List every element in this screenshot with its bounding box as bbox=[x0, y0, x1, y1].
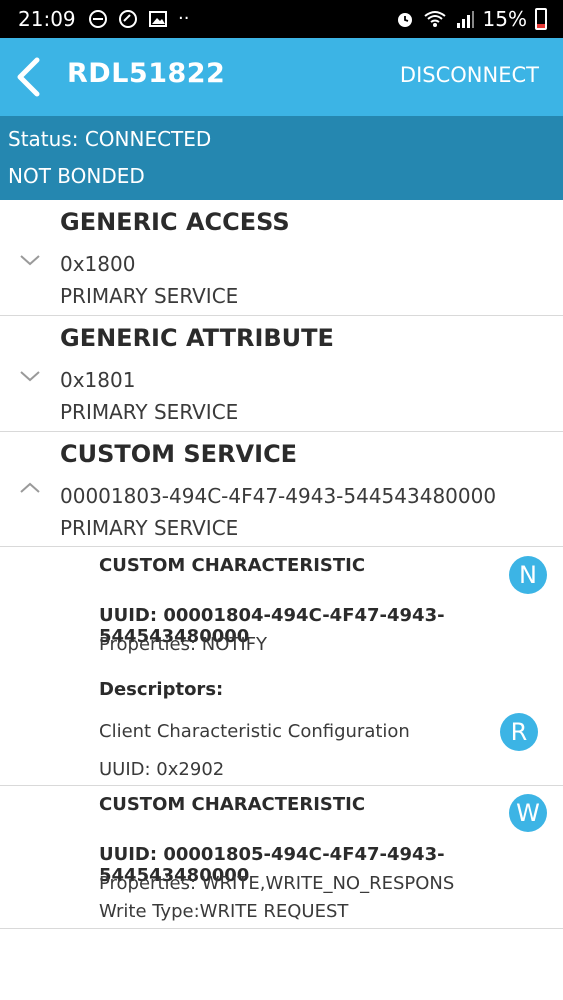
bond-status: NOT BONDED bbox=[8, 164, 145, 188]
write-type: Write Type:WRITE REQUEST bbox=[99, 901, 349, 922]
service-uuid: 0x1801 bbox=[60, 368, 136, 392]
write-button[interactable]: W bbox=[509, 794, 547, 832]
image-icon bbox=[149, 10, 167, 27]
service-uuid: 00001803-494C-4F47-4943-544543480000 bbox=[60, 484, 497, 508]
signal-icon bbox=[456, 11, 474, 28]
service-type: PRIMARY SERVICE bbox=[60, 284, 239, 308]
chevron-up-icon[interactable] bbox=[18, 480, 42, 496]
service-name: GENERIC ACCESS bbox=[60, 208, 290, 236]
characteristic-name: CUSTOM CHARACTERISTIC bbox=[99, 555, 366, 576]
device-name-title: RDL51822 bbox=[67, 58, 226, 89]
do-not-disturb-icon bbox=[89, 9, 107, 28]
more-notifications-icon: ·· bbox=[178, 8, 190, 29]
notify-button[interactable]: N bbox=[509, 556, 547, 594]
chevron-down-icon[interactable] bbox=[18, 252, 42, 268]
notification-icons: ·· bbox=[88, 8, 189, 29]
characteristic-notify: CUSTOM CHARACTERISTIC N UUID: 00001804-4… bbox=[0, 547, 563, 786]
descriptors-label: Descriptors: bbox=[99, 679, 224, 700]
descriptor-name: Client Characteristic Configuration bbox=[99, 721, 410, 742]
characteristic-name: CUSTOM CHARACTERISTIC bbox=[99, 794, 366, 815]
alarm-icon bbox=[397, 13, 412, 27]
service-type: PRIMARY SERVICE bbox=[60, 516, 239, 540]
characteristic-write: CUSTOM CHARACTERISTIC W UUID: 00001805-4… bbox=[0, 786, 563, 929]
connection-status-panel: Status: CONNECTED NOT BONDED bbox=[0, 116, 563, 200]
back-button[interactable] bbox=[10, 54, 50, 100]
system-indicators: 15% bbox=[395, 7, 547, 31]
service-generic-access[interactable]: GENERIC ACCESS 0x1800 PRIMARY SERVICE bbox=[0, 200, 563, 316]
battery-icon bbox=[535, 8, 547, 30]
descriptor-uuid: UUID: 0x2902 bbox=[99, 759, 225, 780]
characteristic-properties: Properties: NOTIFY bbox=[99, 634, 268, 655]
service-name: GENERIC ATTRIBUTE bbox=[60, 324, 334, 352]
battery-percent: 15% bbox=[482, 7, 527, 31]
system-status-bar: 21:09 ·· 15% bbox=[0, 0, 563, 38]
clock: 21:09 bbox=[18, 7, 76, 31]
characteristic-properties: Properties: WRITE,WRITE_NO_RESPONS bbox=[99, 873, 455, 894]
chevron-down-icon[interactable] bbox=[18, 368, 42, 384]
app-bar: RDL51822 DISCONNECT bbox=[0, 38, 563, 116]
sync-icon bbox=[119, 9, 137, 28]
back-arrow-icon bbox=[17, 57, 40, 97]
service-type: PRIMARY SERVICE bbox=[60, 400, 239, 424]
disconnect-button[interactable]: DISCONNECT bbox=[400, 63, 539, 87]
read-descriptor-button[interactable]: R bbox=[500, 713, 538, 751]
wifi-icon bbox=[423, 11, 446, 27]
service-generic-attribute[interactable]: GENERIC ATTRIBUTE 0x1801 PRIMARY SERVICE bbox=[0, 316, 563, 432]
service-uuid: 0x1800 bbox=[60, 252, 136, 276]
service-custom[interactable]: CUSTOM SERVICE 00001803-494C-4F47-4943-5… bbox=[0, 432, 563, 547]
connection-status: Status: CONNECTED bbox=[8, 127, 212, 151]
service-name: CUSTOM SERVICE bbox=[60, 440, 298, 468]
